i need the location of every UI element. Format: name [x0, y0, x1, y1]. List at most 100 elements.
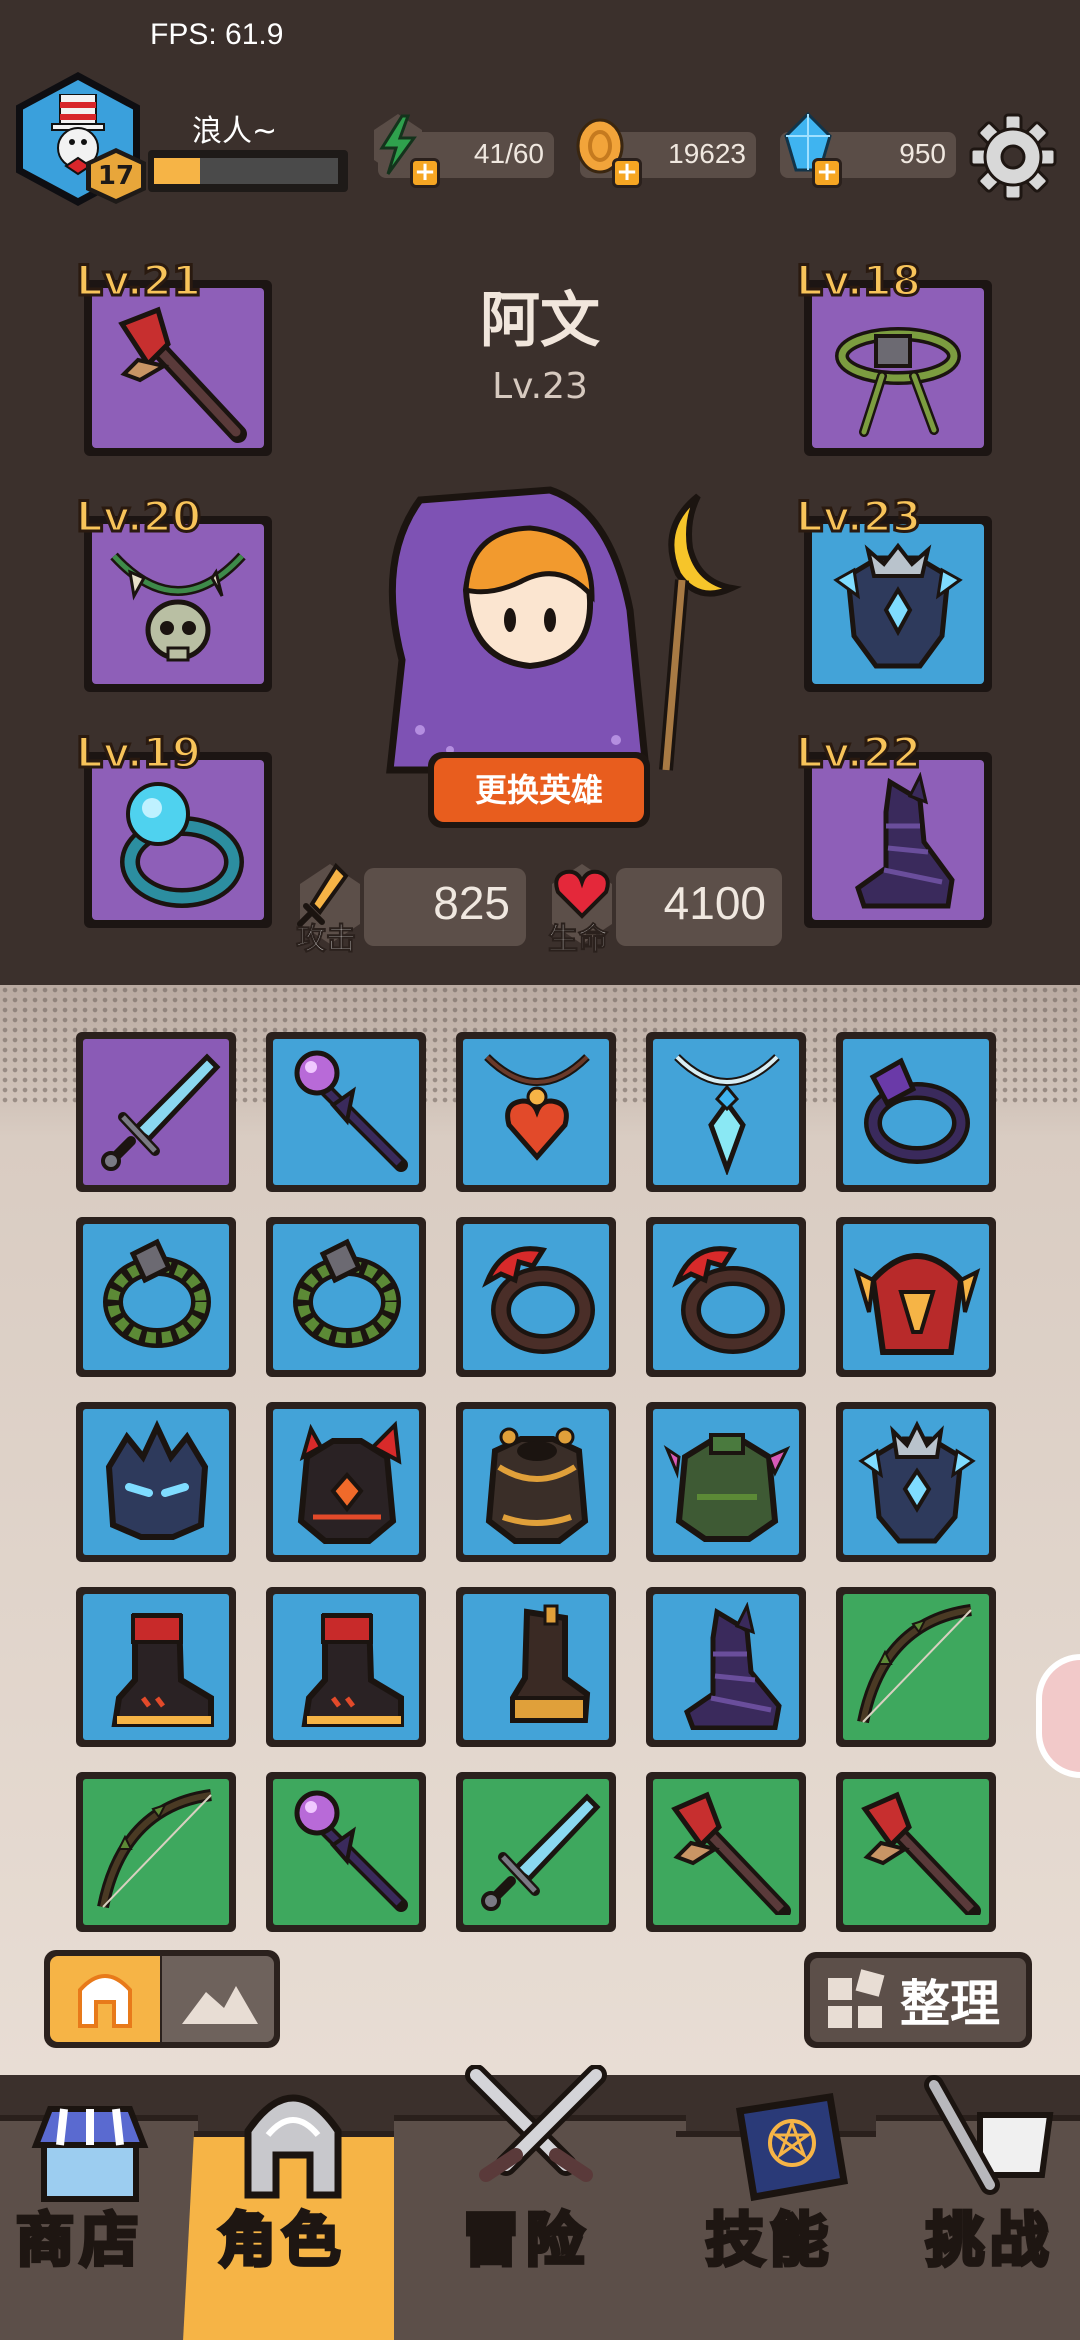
helmet-icon [244, 2094, 342, 2199]
nav-label-character: 角色 [216, 2204, 347, 2276]
orb-staff-icon [294, 1050, 408, 1172]
inventory-item-staff[interactable] [646, 1772, 806, 1932]
bow-icon [857, 1604, 972, 1724]
rarity-background [463, 1409, 609, 1555]
rarity-background [273, 1594, 419, 1740]
inventory-filter-toggle[interactable] [44, 1950, 280, 2048]
inventory-item-sword[interactable] [76, 1032, 236, 1192]
shop-icon [31, 2106, 149, 2202]
material-filter-tab[interactable] [162, 1956, 274, 2042]
nav-label-shop: 商店 [14, 2204, 145, 2276]
inventory-item-bronze-armor[interactable] [456, 1402, 616, 1562]
inventory-item-vine-ring[interactable] [266, 1217, 426, 1377]
material-filter-icon [182, 1986, 258, 2024]
inventory-item-vine-ring[interactable] [76, 1217, 236, 1377]
sort-inventory-button[interactable]: 整理 [804, 1952, 1032, 2048]
staff-icon [118, 306, 247, 443]
equip-slot-weapon[interactable]: Lv.21 [74, 255, 272, 456]
rarity-background [463, 1224, 609, 1370]
xp-bar [148, 150, 348, 192]
equip-slot-ring[interactable]: Lv.19 [74, 727, 272, 928]
attack-stat: 825 [364, 868, 526, 946]
sword-icon [101, 1053, 221, 1171]
crystal-pendant-icon [674, 1054, 780, 1175]
rarity-background [83, 1224, 229, 1370]
sort-grid-icon [828, 1969, 885, 2028]
rarity-background [463, 1039, 609, 1185]
inventory-item-orb-staff[interactable] [266, 1032, 426, 1192]
rarity-background [843, 1779, 989, 1925]
inventory-item-bow[interactable] [836, 1587, 996, 1747]
inventory-item-lava-armor[interactable] [266, 1402, 426, 1562]
hp-label: 生命 [548, 922, 609, 958]
inventory-item-staff[interactable] [836, 1772, 996, 1932]
rarity-background [83, 1594, 229, 1740]
rarity-background [843, 1224, 989, 1370]
inventory-item-sword[interactable] [456, 1772, 616, 1932]
leather-boots-icon [510, 1604, 591, 1723]
inventory-item-heart-pendant[interactable] [456, 1032, 616, 1192]
inventory-item-leather-boots[interactable] [456, 1587, 616, 1747]
inventory-item-spiked-armor[interactable] [646, 1402, 806, 1562]
change-hero-button[interactable]: 更换英雄 [428, 752, 650, 828]
inventory-item-flame-boots[interactable] [76, 1587, 236, 1747]
rarity-background [653, 1594, 799, 1740]
rarity-background [273, 1779, 419, 1925]
fps-counter: FPS: 61.9 [150, 18, 284, 51]
equipment-filter-tab[interactable] [50, 1956, 160, 2042]
rarity-background [653, 1779, 799, 1925]
lava-armor-icon [297, 1420, 402, 1544]
inventory-item-dark-helmet[interactable] [76, 1402, 236, 1562]
inventory-item-shadow-boots[interactable] [646, 1587, 806, 1747]
rarity-background [653, 1039, 799, 1185]
inventory-item-fang-ring[interactable] [646, 1217, 806, 1377]
ring-icon [120, 782, 244, 908]
inventory-item-orb-staff[interactable] [266, 1772, 426, 1932]
rarity-background [843, 1594, 989, 1740]
sword-icon [481, 1793, 601, 1911]
inventory-item-flame-boots[interactable] [266, 1587, 426, 1747]
add-energy-button[interactable]: + [410, 158, 440, 188]
equip-slot-boots[interactable]: Lv.22 [794, 727, 992, 928]
equip-slot-belt[interactable]: Lv.18 [794, 255, 992, 456]
add-gems-button[interactable]: + [812, 158, 842, 188]
inventory-item-bow[interactable] [76, 1772, 236, 1932]
attack-label: 攻击 [296, 922, 357, 958]
vine-ring-icon [103, 1238, 211, 1348]
staff-icon [671, 1791, 791, 1915]
add-coins-button[interactable]: + [612, 158, 642, 188]
bow-icon [97, 1789, 212, 1909]
sword-flag-icon [924, 2075, 1054, 2195]
rarity-background [843, 1409, 989, 1555]
vine-belt-icon [835, 327, 961, 437]
rarity-background [83, 1779, 229, 1925]
crystal-armor-icon [833, 542, 963, 669]
inventory-item-horned-helmet[interactable] [836, 1217, 996, 1377]
inventory-item-crystal-armor[interactable] [836, 1402, 996, 1562]
spiked-armor-icon [663, 1433, 791, 1542]
horned-helmet-icon [853, 1253, 981, 1355]
inventory-item-ring[interactable] [836, 1032, 996, 1192]
rarity-background [83, 1409, 229, 1555]
crossed-swords-icon [465, 2065, 607, 2182]
crystal-armor-icon [858, 1420, 976, 1544]
bottom-nav: 商店 角色 冒险 技能 挑战 [0, 2065, 1080, 2340]
inventory-item-fang-ring[interactable] [456, 1217, 616, 1377]
bronze-armor-icon [485, 1427, 589, 1544]
flame-boots-icon [301, 1613, 404, 1727]
inventory-item-crystal-pendant[interactable] [646, 1032, 806, 1192]
rarity-background [273, 1224, 419, 1370]
shadow-boots-icon [683, 1602, 782, 1730]
shadow-boots-icon [855, 772, 955, 909]
dark-helmet-icon [105, 1419, 209, 1540]
settings-gear-icon[interactable] [968, 112, 1058, 202]
xp-bar-fill [154, 158, 200, 184]
hero-panel: FPS: 61.9 17 浪人~ 41/60 + 19623 + 950 + 阿… [0, 0, 1080, 985]
orb-staff-icon [294, 1790, 408, 1912]
equip-slot-necklace[interactable]: Lv.20 [74, 491, 272, 692]
fang-ring-icon [672, 1246, 785, 1354]
skull-necklace-icon [110, 552, 246, 662]
equip-slot-armor[interactable]: Lv.23 [794, 491, 992, 692]
hp-stat: 4100 [616, 868, 782, 946]
ring-icon [864, 1057, 970, 1164]
